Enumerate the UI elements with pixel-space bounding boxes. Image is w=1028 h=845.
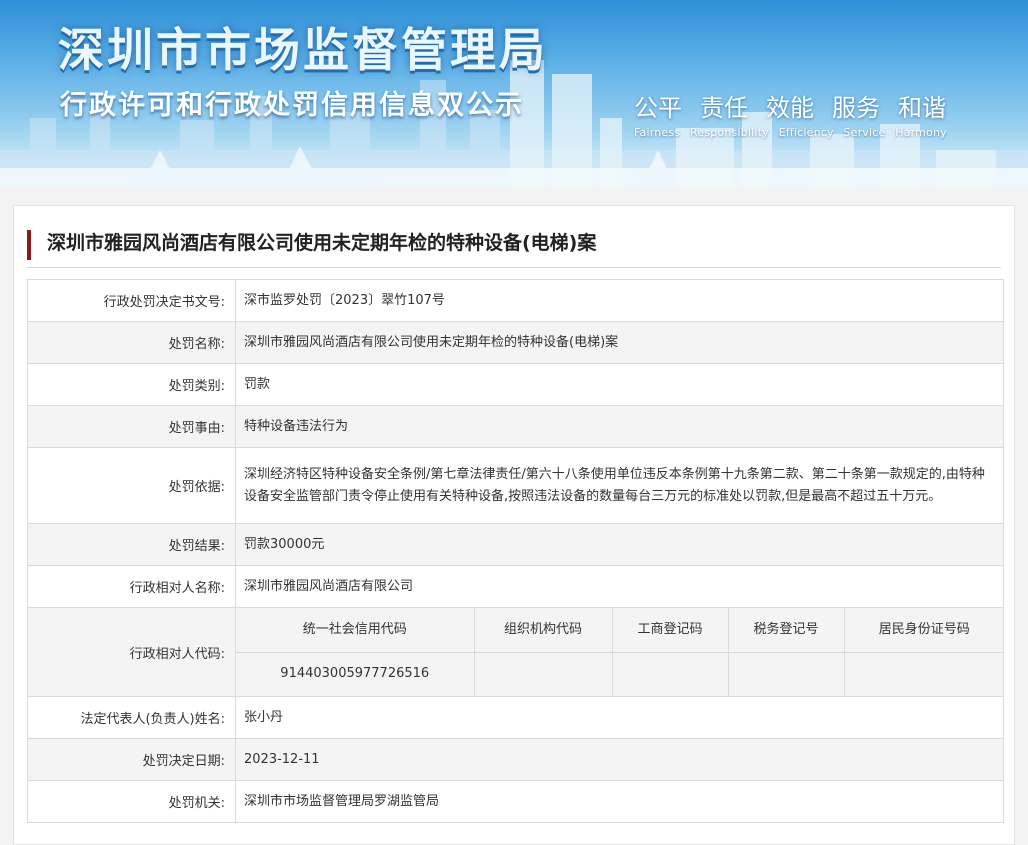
table-row: 行政相对人名称: 深圳市雅园风尚酒店有限公司 <box>27 565 1004 608</box>
penalty-reason-value: 特种设备违法行为 <box>235 405 1004 448</box>
table-row: 行政处罚决定书文号: 深市监罗处罚〔2023〕翠竹107号 <box>27 279 1004 322</box>
business-reg-value <box>611 651 729 696</box>
party-code-label: 行政相对人代码: <box>27 607 236 697</box>
slogan-word: 服务 <box>832 94 880 122</box>
slogan-word: 责任 <box>700 94 748 122</box>
legal-rep-value: 张小丹 <box>235 696 1004 739</box>
table-row: 处罚机关: 深圳市市场监督管理局罗湖监管局 <box>27 780 1004 823</box>
code-header: 工商登记码 <box>611 608 729 653</box>
party-name-label: 行政相对人名称: <box>27 565 236 608</box>
agency-subtitle: 行政许可和行政处罚信用信息双公示 <box>60 90 524 121</box>
slogan-word: 公平 <box>634 94 682 122</box>
penalty-basis-value: 深圳经济特区特种设备安全条例/第七章法律责任/第六十八条使用单位违反本条例第十九… <box>235 447 1004 524</box>
legal-rep-label: 法定代表人(负责人)姓名: <box>27 696 236 739</box>
slogan-word-en: Efficiency <box>778 126 834 139</box>
slogan-english: Fairness Responsibility Efficiency Servi… <box>634 126 953 139</box>
table-row: 法定代表人(负责人)姓名: 张小丹 <box>27 696 1004 739</box>
penalty-type-label: 处罚类别: <box>27 363 236 406</box>
penalty-name-value: 深圳市雅园风尚酒店有限公司使用未定期年检的特种设备(电梯)案 <box>235 321 1004 364</box>
agency-title: 深圳市市场监督管理局 <box>58 23 548 77</box>
slogan-word-en: Responsibility <box>689 126 769 139</box>
slogan-word-en: Fairness <box>634 126 681 139</box>
table-row: 处罚结果: 罚款30000元 <box>27 523 1004 566</box>
table-row: 处罚决定日期: 2023-12-11 <box>27 738 1004 781</box>
id-card-value <box>843 651 1004 696</box>
page-title: 深圳市雅园风尚酒店有限公司使用未定期年检的特种设备(电梯)案 <box>27 230 596 260</box>
decision-date-value: 2023-12-11 <box>235 738 1004 781</box>
table-row: 处罚依据: 深圳经济特区特种设备安全条例/第七章法律责任/第六十八条使用单位违反… <box>27 447 1004 524</box>
decision-no-label: 行政处罚决定书文号: <box>27 279 236 322</box>
credit-code-value: 914403005977726516 <box>236 651 475 696</box>
code-header: 统一社会信用代码 <box>236 608 475 653</box>
code-value-row: 914403005977726516 <box>236 651 1004 696</box>
slogan-word: 和谐 <box>898 94 946 122</box>
table-row: 处罚事由: 特种设备违法行为 <box>27 405 1004 448</box>
penalty-type-value: 罚款 <box>235 363 1004 406</box>
penalty-reason-label: 处罚事由: <box>27 405 236 448</box>
case-detail-card: 深圳市雅园风尚酒店有限公司使用未定期年检的特种设备(电梯)案 行政处罚决定书文号… <box>13 205 1015 845</box>
penalty-result-value: 罚款30000元 <box>235 523 1004 566</box>
title-divider <box>27 267 1001 268</box>
code-header-row: 统一社会信用代码 组织机构代码 工商登记码 税务登记号 居民身份证号码 <box>236 608 1004 653</box>
decision-no-value: 深市监罗处罚〔2023〕翠竹107号 <box>235 279 1004 322</box>
party-code-cell: 统一社会信用代码 组织机构代码 工商登记码 税务登记号 居民身份证号码 9144… <box>235 607 1004 697</box>
table-row: 处罚名称: 深圳市雅园风尚酒店有限公司使用未定期年检的特种设备(电梯)案 <box>27 321 1004 364</box>
authority-label: 处罚机关: <box>27 780 236 823</box>
penalty-name-label: 处罚名称: <box>27 321 236 364</box>
party-code-table: 统一社会信用代码 组织机构代码 工商登记码 税务登记号 居民身份证号码 9144… <box>236 608 1004 696</box>
penalty-result-label: 处罚结果: <box>27 523 236 566</box>
authority-value: 深圳市市场监督管理局罗湖监管局 <box>235 780 1004 823</box>
decision-date-label: 处罚决定日期: <box>27 738 236 781</box>
code-header: 税务登记号 <box>727 608 845 653</box>
code-header: 组织机构代码 <box>473 608 613 653</box>
code-header: 居民身份证号码 <box>843 608 1004 653</box>
table-row: 行政相对人代码: 统一社会信用代码 组织机构代码 工商登记码 税务登记号 居民身… <box>27 607 1004 697</box>
tax-reg-value <box>727 651 845 696</box>
table-row: 处罚类别: 罚款 <box>27 363 1004 406</box>
party-name-value: 深圳市雅园风尚酒店有限公司 <box>235 565 1004 608</box>
slogan-word: 效能 <box>766 94 814 122</box>
slogan: 公平 责任 效能 服务 和谐 Fairness Responsibility Effic… <box>634 88 953 139</box>
org-code-value <box>473 651 613 696</box>
case-info-table: 行政处罚决定书文号: 深市监罗处罚〔2023〕翠竹107号 处罚名称: 深圳市雅… <box>27 279 1004 823</box>
header-banner: 深圳市市场监督管理局 行政许可和行政处罚信用信息双公示 公平 责任 效能 服务 和谐 F… <box>0 0 1028 188</box>
slogan-word-en: Service <box>843 126 886 139</box>
penalty-basis-label: 处罚依据: <box>27 447 236 524</box>
slogan-words: 公平 责任 效能 服务 和谐 <box>634 88 953 123</box>
slogan-word-en: Harmony <box>895 126 947 139</box>
